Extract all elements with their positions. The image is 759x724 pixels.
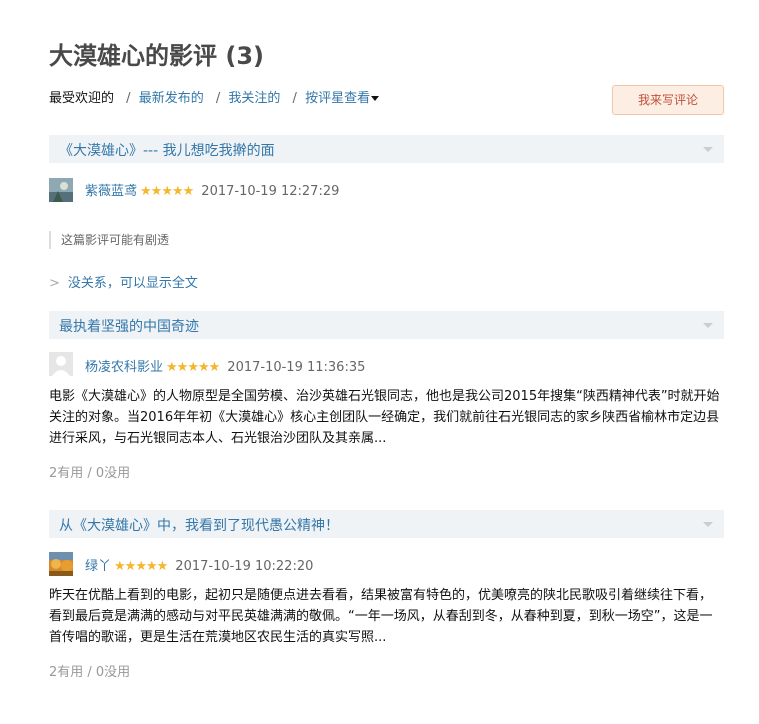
useful-count: 2有用 / 0没用 xyxy=(49,665,131,680)
sort-separator: / xyxy=(126,91,131,106)
show-full-text-link[interactable]: > 没关系，可以显示全文 xyxy=(49,272,198,291)
sort-separator: / xyxy=(215,91,221,106)
write-review-button[interactable]: 我来写评论 xyxy=(612,85,724,115)
review-excerpt[interactable]: 昨天在优酷上看到的电影，起初只是随便点进去看看，结果被富有特色的，优美嘹亮的陕北… xyxy=(49,585,724,648)
review-meta: 杨凌农科影业 ★★★★★ 2017-10-19 11:36:35 xyxy=(85,356,365,375)
review-author[interactable]: 紫薇蓝鸢 xyxy=(85,184,137,199)
rating-stars-icon: ★★★★★ xyxy=(114,559,168,574)
caret-down-icon xyxy=(371,96,380,101)
review-title[interactable]: 从《大漠雄心》中，我看到了现代愚公精神！ xyxy=(59,515,339,535)
review-header: 《大漠雄心》--- 我儿想吃我擀的面 xyxy=(49,135,724,163)
sort-by-rating[interactable]: 按评星查看 xyxy=(305,91,380,106)
triangle-down-icon[interactable] xyxy=(703,522,713,527)
sort-following[interactable]: 我关注的 xyxy=(228,91,280,106)
avatar[interactable] xyxy=(49,552,73,576)
chevron-right-icon: > xyxy=(49,276,60,291)
review-excerpt[interactable]: 电影《大漠雄心》的人物原型是全国劳模、治沙英雄石光银同志，他也是我公司2015年… xyxy=(49,386,724,449)
sort-separator: / xyxy=(292,91,297,106)
review-title[interactable]: 最执着坚强的中国奇迹 xyxy=(59,316,199,336)
sort-by-rating-label: 按评星查看 xyxy=(305,91,371,106)
rating-stars-icon: ★★★★★ xyxy=(166,360,220,375)
triangle-down-icon[interactable] xyxy=(703,147,713,152)
show-full-text-label: 没关系，可以显示全文 xyxy=(67,276,198,291)
review-title[interactable]: 《大漠雄心》--- 我儿想吃我擀的面 xyxy=(59,140,275,160)
sort-newest[interactable]: 最新发布的 xyxy=(139,91,204,106)
review-time: 2017-10-19 11:36:35 xyxy=(227,360,366,375)
review-author[interactable]: 绿丫 xyxy=(85,559,111,574)
review-author[interactable]: 杨凌农科影业 xyxy=(85,360,163,375)
rating-stars-icon: ★★★★★ xyxy=(140,184,194,199)
review-time: 2017-10-19 10:22:20 xyxy=(175,559,314,574)
review-meta: 紫薇蓝鸢 ★★★★★ 2017-10-19 12:27:29 xyxy=(85,180,339,199)
review-header: 从《大漠雄心》中，我看到了现代愚公精神！ xyxy=(49,510,724,538)
review-header: 最执着坚强的中国奇迹 xyxy=(49,311,724,339)
triangle-down-icon[interactable] xyxy=(703,323,713,328)
review-meta: 绿丫 ★★★★★ 2017-10-19 10:22:20 xyxy=(85,555,313,574)
useful-count: 2有用 / 0没用 xyxy=(49,466,131,481)
sort-bar: 最受欢迎的 / 最新发布的 / 我关注的 / 按评星查看 xyxy=(49,87,380,106)
review-time: 2017-10-19 12:27:29 xyxy=(201,184,340,199)
page-title: 大漠雄心的影评 (3) xyxy=(49,42,264,70)
sort-most-popular[interactable]: 最受欢迎的 xyxy=(49,91,114,106)
avatar[interactable] xyxy=(49,178,73,202)
spoiler-warning: 这篇影评可能有剧透 xyxy=(49,231,169,249)
avatar[interactable] xyxy=(49,352,73,376)
